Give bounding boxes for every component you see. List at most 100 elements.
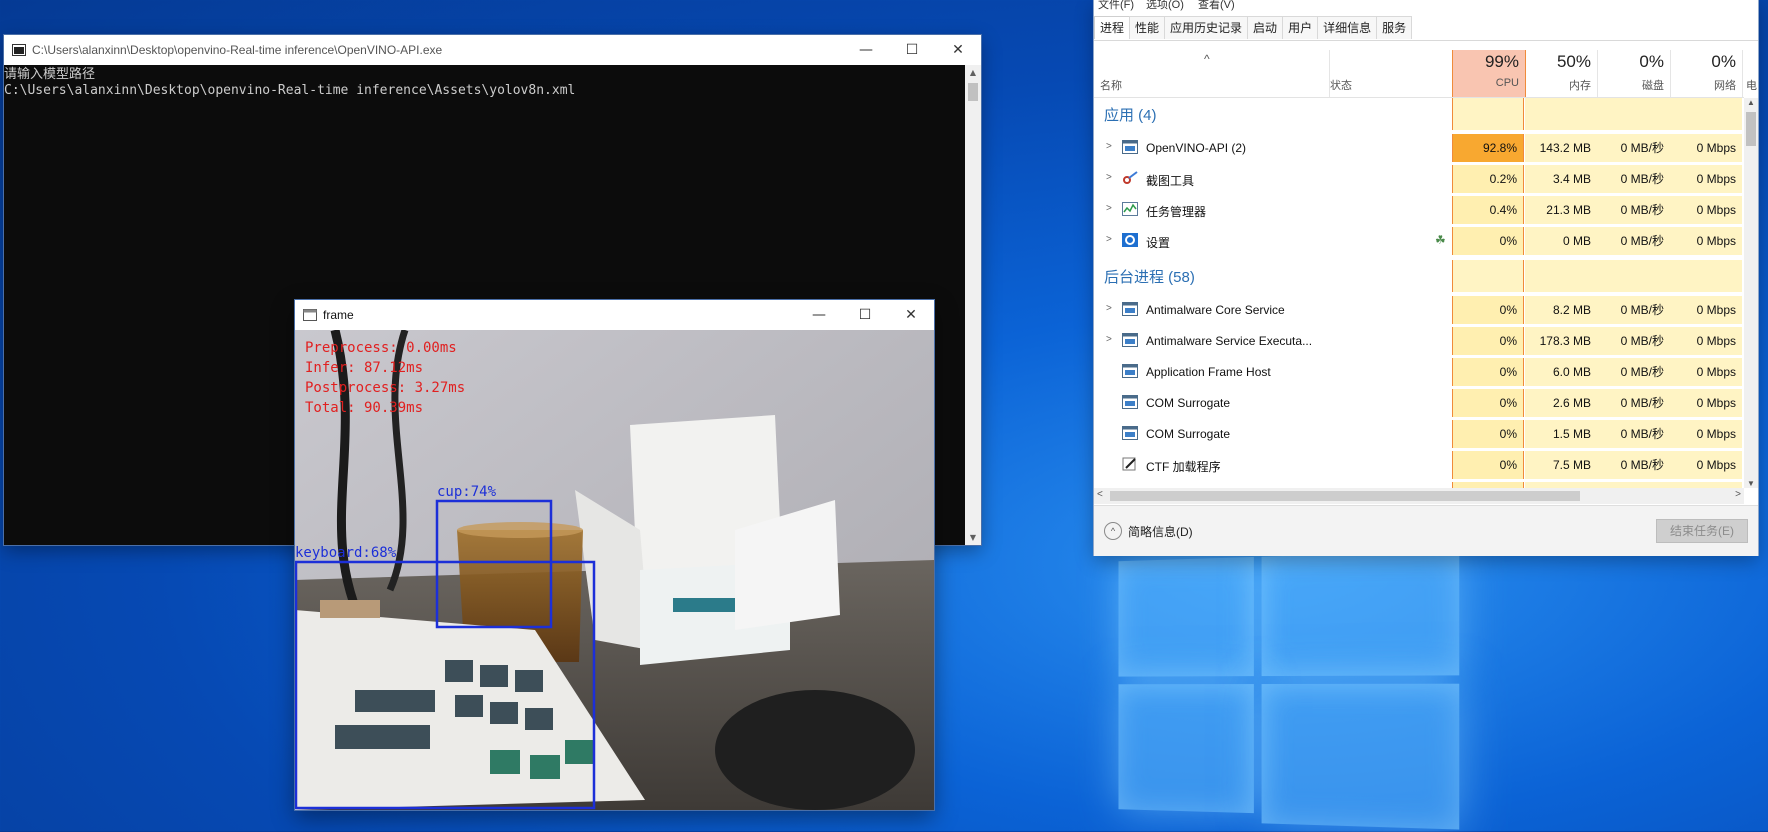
maximize-button[interactable]: ☐ xyxy=(889,35,935,65)
process-disk-cell: 0 MB/秒 xyxy=(1597,420,1670,448)
process-row[interactable]: > OpenVINO-API (2) 92.8% 143.2 MB 0 MB/秒 0 Mb… xyxy=(1094,134,1744,162)
menu-view[interactable]: 查看(V) xyxy=(1198,0,1235,12)
group-cell xyxy=(1452,260,1524,292)
scroll-left-icon[interactable]: < xyxy=(1097,489,1103,500)
end-task-button[interactable]: 结束任务(E) xyxy=(1656,519,1748,543)
scroll-right-icon[interactable]: > xyxy=(1735,489,1741,500)
scroll-up-icon[interactable]: ▲ xyxy=(1747,98,1755,107)
column-network[interactable]: 0% 网络 xyxy=(1670,50,1743,97)
horizontal-scrollbar[interactable]: < > xyxy=(1094,488,1744,504)
column-memory[interactable]: 50% 内存 xyxy=(1525,50,1598,97)
process-disk-cell: 0 MB/秒 xyxy=(1597,296,1670,324)
stat-postprocess: Postprocess: 3.27ms xyxy=(305,380,466,396)
fewer-details-button[interactable]: ^ 简略信息(D) xyxy=(1104,522,1193,540)
column-status[interactable]: 状态 xyxy=(1329,50,1453,97)
process-disk-cell: 0 MB/秒 xyxy=(1597,134,1670,162)
close-button[interactable]: ✕ xyxy=(935,35,981,65)
scrollbar-thumb[interactable] xyxy=(968,83,978,101)
group-header: 后台进程 (58) xyxy=(1094,260,1744,292)
fewer-details-label: 简略信息(D) xyxy=(1128,524,1193,539)
chevron-right-icon[interactable]: > xyxy=(1106,141,1112,152)
scroll-up-icon[interactable]: ▲ xyxy=(965,68,981,77)
console-titlebar[interactable]: C:\Users\alanxinn\Desktop\openvino-Real-… xyxy=(4,35,981,65)
console-line: C:\Users\alanxinn\Desktop\openvino-Real-… xyxy=(4,83,576,98)
process-list[interactable]: 应用 (4) > OpenVINO-API (2) 92.8% 143.2 MB 0 MB… xyxy=(1094,98,1744,488)
scroll-down-icon[interactable]: ▼ xyxy=(965,533,981,542)
column-cpu[interactable]: 99% CPU xyxy=(1452,50,1526,97)
tab-processes[interactable]: 进程 xyxy=(1094,16,1131,39)
chevron-right-icon[interactable]: > xyxy=(1106,172,1112,183)
minimize-button[interactable]: — xyxy=(796,300,842,330)
tab-performance[interactable]: 性能 xyxy=(1129,16,1166,39)
process-row[interactable]: > Antimalware Service Executa... 0% 178.3 M… xyxy=(1094,327,1744,355)
menu-file[interactable]: 文件(F) xyxy=(1098,0,1134,12)
group-cell xyxy=(1597,98,1670,130)
chevron-right-icon[interactable]: > xyxy=(1106,303,1112,314)
process-row[interactable]: COM Surrogate 0% 2.6 MB 0 MB/秒 0 Mbps xyxy=(1094,389,1744,417)
tab-users[interactable]: 用户 xyxy=(1282,16,1319,39)
suspended-leaf-icon: ☘ xyxy=(1435,233,1446,247)
process-row[interactable]: > Antimalware Core Service 0% 8.2 MB 0 MB/秒 0… xyxy=(1094,296,1744,324)
process-mem-cell: 6.0 MB xyxy=(1525,358,1597,386)
process-net-cell: 0 Mbps xyxy=(1670,134,1742,162)
process-row[interactable]: CTF 加载程序 0% 7.5 MB 0 MB/秒 0 Mbps xyxy=(1094,451,1744,479)
console-scrollbar[interactable]: ▲ ▼ xyxy=(965,65,981,545)
scroll-down-icon[interactable]: ▼ xyxy=(1747,479,1755,488)
close-button[interactable]: ✕ xyxy=(888,300,934,330)
process-cpu-cell: 92.8% xyxy=(1452,134,1524,162)
scrollbar-thumb[interactable] xyxy=(1110,491,1580,501)
process-name: 设置 xyxy=(1146,236,1171,250)
tab-services[interactable]: 服务 xyxy=(1376,16,1413,39)
process-disk-cell: 0 MB/秒 xyxy=(1597,389,1670,417)
process-row[interactable]: > 设置 ☘ 0% 0 MB 0 MB/秒 0 Mbps xyxy=(1094,227,1744,255)
process-row[interactable]: > 截图工具 0.2% 3.4 MB 0 MB/秒 0 Mbps xyxy=(1094,165,1744,193)
column-header: ^ 名称 状态 99% CPU 50% 内存 0% 磁盘 0% 网络 电 xyxy=(1094,50,1757,98)
process-name: Antimalware Service Executa... xyxy=(1146,334,1313,348)
menu-options[interactable]: 选项(O) xyxy=(1146,0,1184,12)
process-cpu-cell: 0% xyxy=(1452,296,1524,324)
process-row[interactable]: COM Surrogate 0% 1.5 MB 0 MB/秒 0 Mbps xyxy=(1094,420,1744,448)
cpu-total-percent: 99% xyxy=(1484,52,1519,71)
tab-startup[interactable]: 启动 xyxy=(1247,16,1284,39)
frame-window[interactable]: frame — ☐ ✕ cup:74% keyboard:68% Preproc… xyxy=(295,300,934,810)
minimize-button[interactable]: — xyxy=(843,35,889,65)
stat-infer: Infer: 87.12ms xyxy=(305,360,424,376)
column-power-label[interactable]: 电 xyxy=(1746,77,1757,93)
process-mem-cell: 21.3 MB xyxy=(1525,196,1597,224)
scrollbar-thumb[interactable] xyxy=(1746,112,1756,146)
timing-stats: Preprocess: 0.00ms Infer: 87.12ms Postpr… xyxy=(305,338,465,418)
group-cell xyxy=(1597,260,1670,292)
detection-label-keyboard: keyboard:68% xyxy=(295,545,397,561)
chevron-right-icon[interactable]: > xyxy=(1106,334,1112,345)
process-row[interactable]: > 任务管理器 0.4% 21.3 MB 0 MB/秒 0 Mbps xyxy=(1094,196,1744,224)
column-status-label: 状态 xyxy=(1330,80,1352,92)
network-total-percent: 0% xyxy=(1711,52,1736,71)
process-mem-cell: 7.5 MB xyxy=(1525,451,1597,479)
process-name: CTF 加载程序 xyxy=(1146,460,1221,474)
vertical-scrollbar[interactable]: ▲ ▼ xyxy=(1744,98,1758,488)
chevron-right-icon[interactable]: > xyxy=(1106,203,1112,214)
task-manager-footer: ^ 简略信息(D) 结束任务(E) xyxy=(1094,505,1758,556)
process-cpu-cell: 0% xyxy=(1452,389,1524,417)
process-net-cell: 0 Mbps xyxy=(1670,420,1742,448)
process-disk-cell: 0 MB/秒 xyxy=(1597,451,1670,479)
process-name: COM Surrogate xyxy=(1146,396,1231,410)
tab-details[interactable]: 详细信息 xyxy=(1317,16,1378,39)
process-net-cell: 0 Mbps xyxy=(1670,227,1742,255)
process-disk-cell: 0 MB/秒 xyxy=(1597,358,1670,386)
column-name-label: 名称 xyxy=(1100,80,1122,92)
process-row[interactable]: Application Frame Host 0% 6.0 MB 0 MB/秒 0 Mb… xyxy=(1094,358,1744,386)
maximize-button[interactable]: ☐ xyxy=(842,300,888,330)
process-mem-cell: 8.2 MB xyxy=(1525,296,1597,324)
task-manager-window[interactable]: 文件(F) 选项(O) 查看(V) 进程 性能 应用历史记录 启动 用户 详细信… xyxy=(1094,0,1758,556)
group-cell xyxy=(1525,98,1597,130)
group-cell xyxy=(1452,98,1524,130)
process-name: 截图工具 xyxy=(1146,174,1195,188)
column-name[interactable]: ^ 名称 xyxy=(1094,50,1330,97)
column-disk[interactable]: 0% 磁盘 xyxy=(1597,50,1671,97)
chevron-right-icon[interactable]: > xyxy=(1106,234,1112,245)
camera-frame-image: cup:74% keyboard:68% Preprocess: 0.00ms … xyxy=(295,330,934,810)
process-name: COM Surrogate xyxy=(1146,427,1231,441)
frame-titlebar[interactable]: frame — ☐ ✕ xyxy=(295,300,934,330)
tab-app-history[interactable]: 应用历史记录 xyxy=(1164,16,1249,39)
